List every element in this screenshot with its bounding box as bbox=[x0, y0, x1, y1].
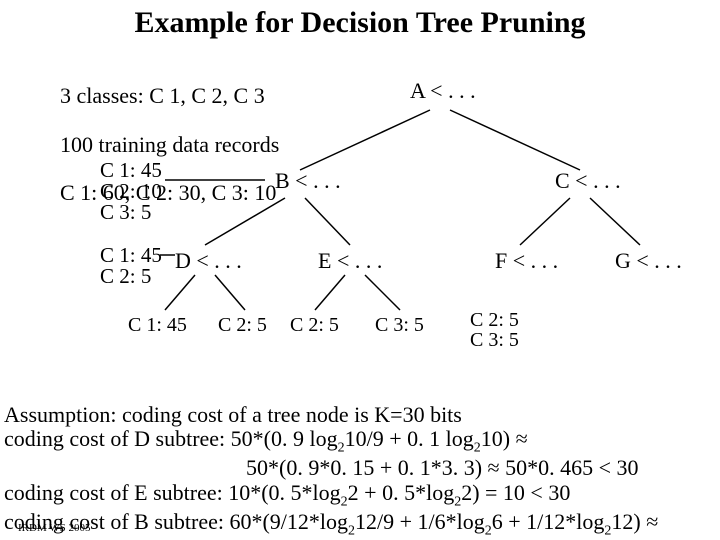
node-A: A < . . . bbox=[410, 80, 476, 102]
leaf-5: C 2: 5 C 3: 5 bbox=[470, 310, 519, 350]
leaf-4: C 3: 5 bbox=[375, 315, 424, 335]
assump-line1: Assumption: coding cost of a tree node i… bbox=[4, 402, 462, 427]
node-D: D < . . . bbox=[175, 250, 242, 272]
assump-line5d: 12) ≈ bbox=[611, 509, 658, 534]
sub-2: 2 bbox=[348, 523, 355, 538]
node-F: F < . . . bbox=[495, 250, 558, 272]
leaf-1: C 1: 45 bbox=[128, 315, 187, 335]
assump-line5c: 6 + 1/12*log bbox=[492, 509, 605, 534]
assump-line2c: 10) ≈ bbox=[481, 426, 528, 451]
page-title: Example for Decision Tree Pruning bbox=[0, 6, 720, 40]
assump-line4b: 2 + 0. 5*log bbox=[348, 480, 455, 505]
assump-line5b: 12/9 + 1/6*log bbox=[355, 509, 485, 534]
assumption-block: Assumption: coding cost of a tree node i… bbox=[4, 378, 672, 540]
counts-D: C 1: 45 C 2: 5 bbox=[100, 245, 162, 287]
leaf-2: C 2: 5 bbox=[218, 315, 267, 335]
footer: IRDM WS 2005 bbox=[18, 522, 91, 534]
node-C: C < . . . bbox=[555, 170, 621, 192]
node-E: E < . . . bbox=[318, 250, 382, 272]
assump-line4c: 2) = 10 < 30 bbox=[461, 480, 570, 505]
sub-2: 2 bbox=[341, 494, 348, 509]
assump-line2a: coding cost of D subtree: 50*(0. 9 log bbox=[4, 426, 338, 451]
node-B: B < . . . bbox=[275, 170, 341, 192]
assump-line2b: 10/9 + 0. 1 log bbox=[345, 426, 474, 451]
assump-line3: 50*(0. 9*0. 15 + 0. 1*3. 3) ≈ 50*0. 465 … bbox=[4, 455, 639, 480]
sub-2: 2 bbox=[485, 523, 492, 538]
tree-edges bbox=[100, 80, 700, 340]
counts-B: C 1: 45 C 2: 10 C 3: 5 bbox=[100, 160, 162, 223]
node-G: G < . . . bbox=[615, 250, 682, 272]
leaf-3: C 2: 5 bbox=[290, 315, 339, 335]
assump-line4a: coding cost of E subtree: 10*(0. 5*log bbox=[4, 480, 341, 505]
sub-2: 2 bbox=[474, 441, 481, 456]
sub-2: 2 bbox=[338, 441, 345, 456]
